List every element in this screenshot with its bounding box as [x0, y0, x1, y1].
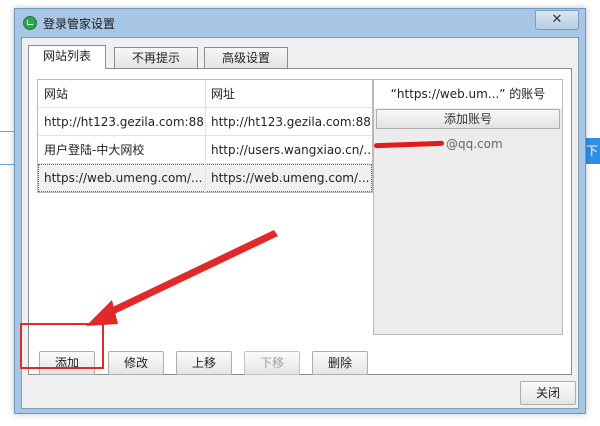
tab-site-list[interactable]: 网站列表: [28, 45, 106, 69]
